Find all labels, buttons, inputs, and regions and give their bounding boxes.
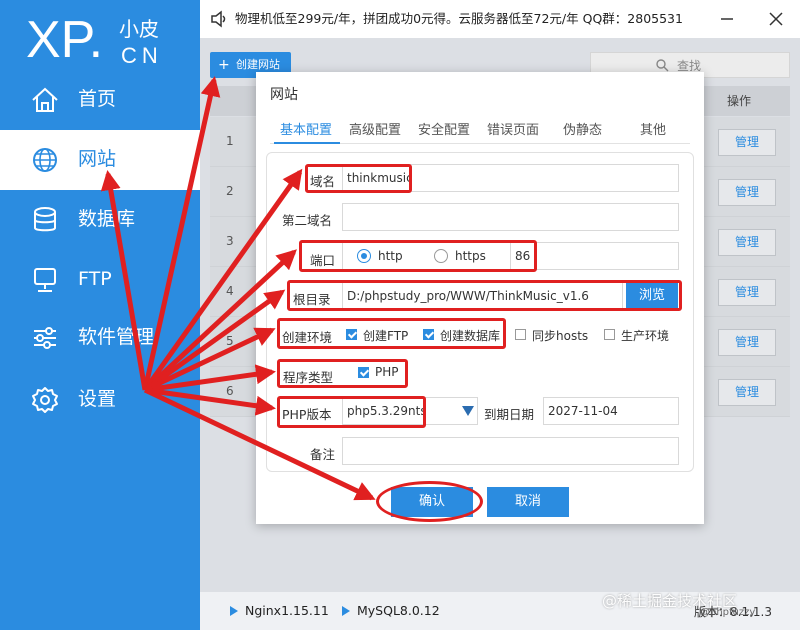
row-number: 5: [226, 334, 234, 348]
sidebar-item-home[interactable]: 首页: [0, 70, 200, 130]
mysql-status[interactable]: MySQL8.0.12: [342, 602, 440, 620]
sliders-icon: [34, 327, 56, 349]
operation-header: 操作: [727, 94, 752, 108]
logo-cn: CN: [121, 43, 163, 68]
sidebar-item-label: 网站: [78, 148, 117, 170]
tab-error-page[interactable]: 错误页面: [487, 119, 539, 138]
manage-button[interactable]: 管理: [718, 179, 776, 206]
annotation-root-box: [287, 280, 682, 311]
sidebar-item-database[interactable]: 数据库: [0, 190, 200, 250]
dropdown-arrow-icon[interactable]: [462, 406, 474, 416]
watermark-author: @phpfuzzy: [700, 607, 756, 618]
active-tab-indicator: [274, 142, 340, 144]
production-env-checkbox[interactable]: [604, 329, 615, 340]
tab-rewrite[interactable]: 伪静态: [563, 119, 602, 138]
globe-icon: [33, 148, 57, 172]
mysql-label: MySQL8.0.12: [357, 603, 440, 618]
tab-advanced[interactable]: 高级配置: [349, 119, 401, 138]
annotation-php-box: [277, 396, 426, 428]
production-env-label: 生产环境: [621, 329, 670, 343]
sync-hosts-checkbox[interactable]: [515, 329, 526, 340]
top-bar: 物理机低至299元/年，拼团成功0元得。云服务器低至72元/年 QQ群：2805…: [200, 0, 800, 38]
annotation-port-box: [299, 240, 537, 272]
dialog-title: 网站: [270, 87, 298, 103]
second-domain-field[interactable]: [342, 203, 679, 231]
tab-basic[interactable]: 基本配置: [280, 119, 332, 138]
annotation-confirm-ellipse: [376, 481, 483, 522]
row-number: 1: [226, 134, 234, 148]
row-number: 3: [226, 234, 234, 248]
annotation-domain-box: [305, 164, 412, 193]
row-number: 2: [226, 184, 234, 198]
database-icon: [34, 207, 56, 232]
sidebar-item-label: 软件管理: [78, 326, 155, 348]
sidebar-item-website[interactable]: 网站: [0, 130, 200, 190]
logo-small: 小皮: [119, 17, 159, 41]
expire-date-field[interactable]: 2027-11-04: [543, 397, 679, 425]
minimize-icon[interactable]: [717, 9, 737, 29]
tab-security[interactable]: 安全配置: [418, 119, 470, 138]
search-icon: [656, 59, 669, 72]
annotation-program-box: [277, 359, 408, 388]
home-icon: [32, 87, 58, 112]
sidebar-item-label: 首页: [78, 88, 117, 110]
sidebar-item-software[interactable]: 软件管理: [0, 308, 200, 368]
play-icon: [342, 605, 350, 616]
sidebar-item-label: FTP: [78, 268, 112, 290]
manage-button[interactable]: 管理: [718, 229, 776, 256]
manage-button[interactable]: 管理: [718, 379, 776, 406]
manage-button[interactable]: 管理: [718, 279, 776, 306]
remark-label: 备注: [310, 447, 336, 462]
manage-button[interactable]: 管理: [718, 329, 776, 356]
row-number: 6: [226, 384, 234, 398]
sidebar-item-ftp[interactable]: FTP: [0, 250, 200, 310]
cancel-button[interactable]: 取消: [487, 487, 569, 517]
sidebar: XP. 小皮 CN 首页 网站 数据库 FTP 软件管理 设置: [0, 0, 200, 630]
play-icon: [230, 605, 238, 616]
notice-text: 物理机低至299元/年，拼团成功0元得。云服务器低至72元/年 QQ群：2805…: [235, 11, 683, 26]
app-logo: XP. 小皮 CN: [26, 8, 196, 72]
row-number: 4: [226, 284, 234, 298]
remark-field[interactable]: [342, 437, 679, 465]
sidebar-item-label: 设置: [78, 388, 117, 410]
gear-icon: [32, 387, 58, 413]
speaker-icon: [211, 10, 226, 28]
monitor-icon: [34, 268, 56, 292]
close-icon[interactable]: [766, 9, 786, 29]
nginx-label: Nginx1.15.11: [245, 603, 329, 618]
manage-button[interactable]: 管理: [718, 129, 776, 156]
sync-hosts-label: 同步hosts: [532, 329, 589, 343]
expire-date-label: 到期日期: [484, 407, 535, 422]
tab-other[interactable]: 其他: [640, 119, 666, 138]
annotation-env-box: [277, 318, 506, 349]
plus-icon: +: [218, 57, 230, 73]
sidebar-item-settings[interactable]: 设置: [0, 370, 200, 430]
sidebar-item-label: 数据库: [78, 208, 136, 230]
logo-xp: XP.: [26, 11, 104, 69]
second-domain-label: 第二域名: [282, 213, 333, 228]
nginx-status[interactable]: Nginx1.15.11: [230, 602, 329, 620]
